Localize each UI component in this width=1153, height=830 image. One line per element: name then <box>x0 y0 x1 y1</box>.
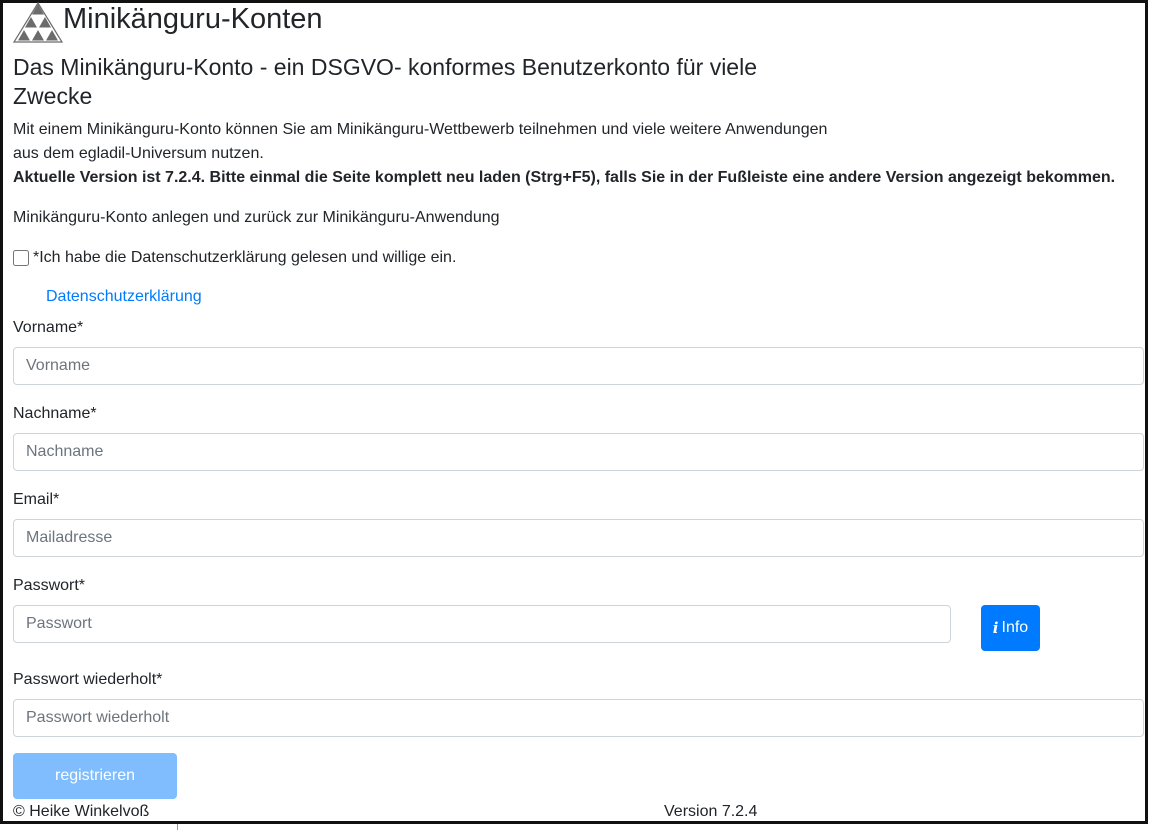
password-repeat-input[interactable] <box>13 699 1144 737</box>
intro-text: Mit einem Minikänguru-Konto können Sie a… <box>13 121 828 162</box>
password-input[interactable] <box>13 605 951 643</box>
firstname-label: Vorname* <box>13 319 84 336</box>
email-label: Email* <box>13 491 60 508</box>
page-heading: Das Minikänguru-Konto - ein DSGVO- konfo… <box>13 54 757 109</box>
version-notice: Aktuelle Version ist 7.2.4. Bitte einmal… <box>13 169 1116 186</box>
triangle-logo-icon <box>12 2 64 43</box>
password-info-button[interactable]: i Info <box>981 605 1040 651</box>
firstname-input[interactable] <box>13 347 1144 385</box>
privacy-consent-checkbox[interactable] <box>13 250 29 266</box>
password-label: Passwort* <box>13 577 86 594</box>
register-button[interactable]: registrieren <box>13 753 177 799</box>
footer-version: Version 7.2.4 <box>664 803 758 820</box>
privacy-consent-label[interactable]: *Ich habe die Datenschutzerklärung geles… <box>33 246 456 270</box>
password-repeat-label: Passwort wiederholt* <box>13 671 163 688</box>
lastname-label: Nachname* <box>13 405 97 422</box>
register-subtitle: Minikänguru-Konto anlegen und zurück zur… <box>13 209 500 226</box>
window-divider <box>177 824 178 830</box>
email-input[interactable] <box>13 519 1144 557</box>
privacy-policy-link[interactable]: Datenschutzerklärung <box>46 285 202 309</box>
info-button-label: Info <box>1001 619 1029 636</box>
info-icon: i <box>992 619 999 637</box>
footer-copyright: © Heike Winkelvoß <box>13 803 150 820</box>
lastname-input[interactable] <box>13 433 1144 471</box>
app-title: Minikänguru-Konten <box>63 3 323 35</box>
